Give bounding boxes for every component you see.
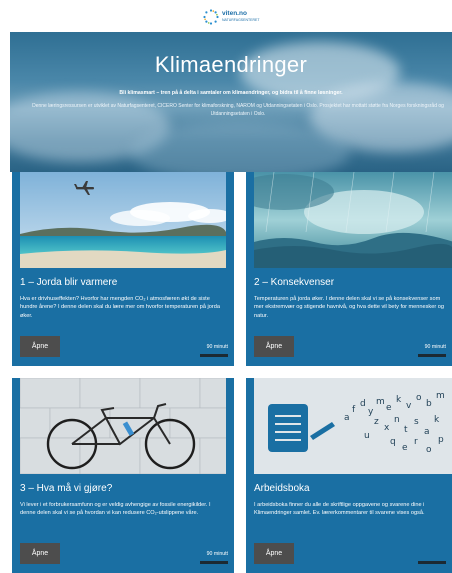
module-description: Vi lever i et forbrukersamfunn og er vel… (20, 502, 211, 517)
svg-text:x: x (384, 423, 390, 433)
duration-bar (418, 354, 446, 357)
svg-text:p: p (438, 435, 444, 445)
svg-text:k: k (434, 415, 440, 425)
duration-bar (418, 561, 446, 564)
open-button[interactable]: Åpne (20, 336, 60, 357)
svg-text:m: m (436, 391, 445, 401)
hero-lead: Bli klimasmart – tren på å delta i samta… (119, 90, 343, 96)
svg-text:v: v (406, 401, 412, 411)
top-bar: viten.no NATURFAGSENTERET (0, 0, 452, 30)
module-title: 1 – Jorda blir varmere (20, 277, 118, 288)
hero-description: Denne læringsressursen er utviklet av Na… (32, 103, 444, 117)
hero-banner: Klimaendringer Bli klimasmart – tren på … (10, 32, 452, 172)
viten-logo-icon (203, 9, 219, 25)
workbook-illustration: afd yme kvo bmz xnt sak qer opu (254, 378, 452, 474)
svg-text:s: s (414, 417, 419, 427)
svg-text:d: d (360, 399, 366, 409)
svg-text:r: r (414, 437, 418, 447)
open-button[interactable]: Åpne (254, 543, 294, 564)
svg-text:q: q (390, 437, 396, 447)
duration-label: 90 minutt (206, 344, 228, 350)
module-title: Arbeidsboka (254, 483, 310, 494)
svg-text:a: a (344, 413, 350, 423)
duration-label: 90 minutt (206, 551, 228, 557)
svg-text:e: e (402, 443, 408, 453)
bicycle-image (20, 378, 226, 474)
svg-text:a: a (424, 427, 430, 437)
svg-text:n: n (394, 415, 400, 425)
module-card-1[interactable]: 1 – Jorda blir varmere Hva er drivhuseff… (12, 172, 234, 366)
duration-label: 90 minutt (424, 344, 446, 350)
storm-sea-image (254, 172, 452, 268)
open-button[interactable]: Åpne (254, 336, 294, 357)
module-description: I arbeidsboka finner du alle de skriftli… (254, 502, 425, 517)
module-title: 3 – Hva må vi gjøre? (20, 483, 113, 494)
svg-text:e: e (386, 403, 392, 413)
svg-text:m: m (376, 397, 385, 407)
svg-text:o: o (426, 445, 432, 455)
page-title: Klimaendringer (154, 52, 308, 77)
logo-name: viten.no (222, 10, 247, 17)
module-title: 2 – Konsekvenser (254, 277, 335, 288)
module-card-2[interactable]: 2 – Konsekvenser Temperaturen på jorda ø… (246, 172, 452, 366)
logo-tagline: NATURFAGSENTERET (222, 18, 260, 22)
module-card-3[interactable]: 3 – Hva må vi gjøre? Vi lever i et forbr… (12, 378, 234, 573)
svg-text:o: o (416, 393, 422, 403)
module-description: Temperaturen på jorda øker. I denne dele… (254, 296, 444, 319)
duration-bar (200, 354, 228, 357)
duration-bar (200, 561, 228, 564)
svg-text:z: z (374, 417, 379, 427)
svg-text:b: b (426, 399, 432, 409)
beach-airplane-image (20, 172, 226, 268)
module-description: Hva er drivhuseffekten? Hvorfor har meng… (20, 296, 220, 319)
viten-logo[interactable]: viten.no NATURFAGSENTERET (203, 9, 259, 25)
workbook-card[interactable]: afd yme kvo bmz xnt sak qer opu Arbeidsb… (246, 378, 452, 573)
svg-text:t: t (404, 425, 408, 435)
svg-text:u: u (364, 431, 370, 441)
svg-text:k: k (396, 395, 402, 405)
open-button[interactable]: Åpne (20, 543, 60, 564)
svg-text:y: y (368, 407, 374, 417)
